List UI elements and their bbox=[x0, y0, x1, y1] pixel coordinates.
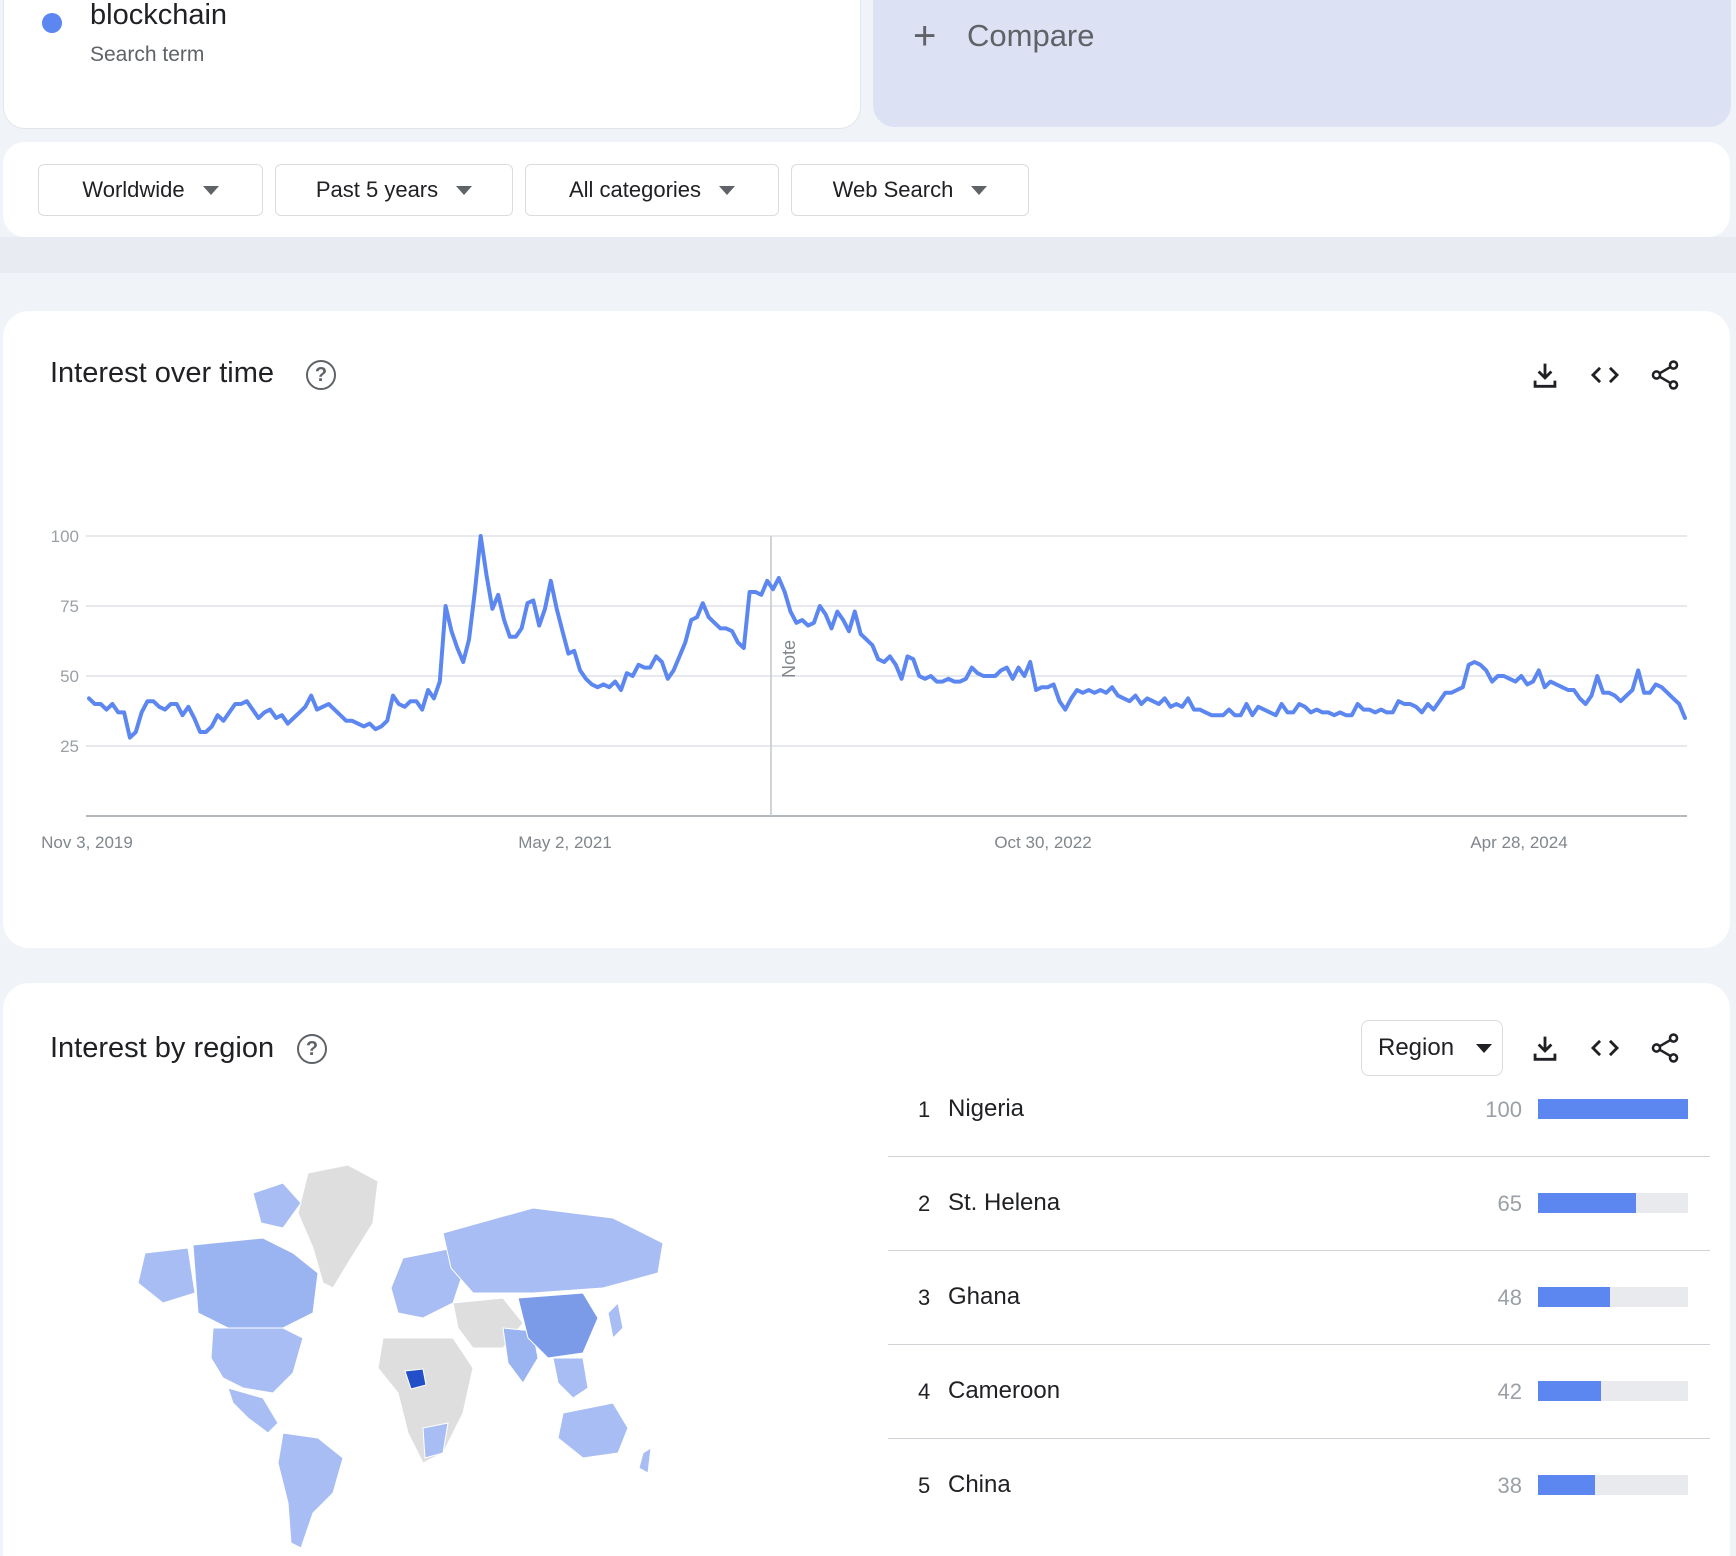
map-region-russia[interactable] bbox=[442, 1207, 664, 1294]
ranking-bar-fill bbox=[1538, 1475, 1595, 1495]
dropdown-arrow-icon bbox=[971, 185, 988, 195]
x-tick-label: Nov 3, 2019 bbox=[41, 833, 133, 852]
map-region-usa[interactable] bbox=[210, 1327, 304, 1394]
ranking-row[interactable]: 3 Ghana 48 bbox=[888, 1251, 1710, 1345]
ranking-bar-track bbox=[1538, 1193, 1688, 1213]
dropdown-arrow-icon bbox=[1476, 1043, 1493, 1053]
y-tick-label: 50 bbox=[60, 667, 79, 686]
filter-time-range-label: Past 5 years bbox=[315, 177, 439, 202]
filter-category[interactable]: All categories bbox=[525, 164, 779, 216]
ranking-row[interactable]: 1 Nigeria 100 bbox=[888, 1063, 1710, 1157]
filter-search-type-label: Web Search bbox=[832, 177, 954, 202]
ranking-row[interactable]: 2 St. Helena 65 bbox=[888, 1157, 1710, 1251]
interest-by-region-card: Interest by region ? Region 1 Nigeria 10… bbox=[3, 983, 1730, 1556]
interest-over-time-chart: 25 50 75 100 Nov 3, 2019 May 2, 2021 Oct 30, … bbox=[41, 527, 1687, 852]
filter-bar: Worldwide Past 5 years All categories We… bbox=[3, 142, 1730, 237]
ranking-value: 100 bbox=[1485, 1097, 1522, 1122]
ranking-number: 1 bbox=[918, 1097, 931, 1122]
ranking-bar-fill bbox=[1538, 1381, 1601, 1401]
map-region-south-america[interactable] bbox=[277, 1432, 344, 1549]
map-region-southeast-asia[interactable] bbox=[552, 1357, 589, 1399]
help-icon[interactable]: ? bbox=[297, 1034, 327, 1064]
map-region-alaska[interactable] bbox=[137, 1247, 196, 1304]
plus-icon: + bbox=[913, 14, 937, 58]
y-axis-labels: 25 50 75 100 bbox=[51, 527, 79, 756]
ranking-number: 5 bbox=[918, 1473, 931, 1498]
ranking-value: 42 bbox=[1497, 1379, 1522, 1404]
share-icon[interactable] bbox=[1648, 1031, 1682, 1065]
search-term-subtitle: Search term bbox=[90, 43, 205, 66]
region-level-label: Region bbox=[1378, 1034, 1455, 1061]
map-region-australia[interactable] bbox=[557, 1402, 629, 1459]
ranking-bar-fill bbox=[1538, 1287, 1610, 1307]
y-tick-label: 100 bbox=[51, 527, 79, 546]
section-divider bbox=[0, 237, 1736, 273]
chart-gridlines bbox=[86, 535, 1687, 817]
map-region-japan[interactable] bbox=[607, 1301, 624, 1340]
compare-button[interactable]: + Compare bbox=[873, 0, 1731, 127]
world-map[interactable] bbox=[133, 1153, 753, 1553]
ranking-row[interactable]: 4 Cameroon 42 bbox=[888, 1345, 1710, 1439]
ranking-bar-track bbox=[1538, 1475, 1688, 1495]
ranking-region-name[interactable]: St. Helena bbox=[948, 1189, 1060, 1217]
map-region-arctic-islands[interactable] bbox=[252, 1182, 302, 1229]
series-color-dot bbox=[42, 13, 62, 33]
filter-category-label: All categories bbox=[568, 177, 702, 202]
search-term-name[interactable]: blockchain bbox=[90, 0, 227, 32]
map-region-new-zealand[interactable] bbox=[638, 1447, 652, 1474]
interest-by-region-title: Interest by region bbox=[50, 1032, 275, 1064]
dropdown-arrow-icon bbox=[202, 185, 219, 195]
y-tick-label: 25 bbox=[60, 737, 79, 756]
note-marker-label[interactable]: Note bbox=[779, 640, 799, 678]
ranking-value: 38 bbox=[1497, 1473, 1522, 1498]
map-region-southern-africa[interactable] bbox=[422, 1422, 449, 1459]
series-line-blockchain bbox=[87, 534, 1687, 740]
ranking-bar-track bbox=[1538, 1381, 1688, 1401]
x-tick-label: May 2, 2021 bbox=[518, 833, 612, 852]
interest-over-time-card: Interest over time ? 25 50 75 100 Nov 3, 20… bbox=[3, 311, 1730, 948]
map-region-mexico[interactable] bbox=[227, 1387, 279, 1434]
y-tick-label: 75 bbox=[60, 597, 79, 616]
map-region-canada[interactable] bbox=[192, 1237, 319, 1329]
ranking-row[interactable]: 5 China 38 bbox=[888, 1439, 1710, 1533]
ranking-bar-track bbox=[1538, 1099, 1688, 1119]
x-tick-label: Oct 30, 2022 bbox=[994, 833, 1091, 852]
ranking-region-name[interactable]: Nigeria bbox=[948, 1095, 1024, 1123]
ranking-region-name[interactable]: Ghana bbox=[948, 1283, 1020, 1311]
ranking-region-name[interactable]: China bbox=[948, 1471, 1011, 1499]
dropdown-arrow-icon bbox=[719, 185, 736, 195]
download-icon[interactable] bbox=[1528, 1031, 1562, 1065]
compare-label: Compare bbox=[967, 18, 1095, 53]
ranking-region-name[interactable]: Cameroon bbox=[948, 1377, 1060, 1405]
ranking-number: 3 bbox=[918, 1285, 931, 1310]
filter-time-range[interactable]: Past 5 years bbox=[275, 164, 513, 216]
ranking-bar-track bbox=[1538, 1287, 1688, 1307]
ranking-bar-fill bbox=[1538, 1193, 1636, 1213]
embed-code-icon[interactable] bbox=[1588, 1031, 1622, 1065]
ranking-bar-fill bbox=[1538, 1099, 1688, 1119]
x-tick-label: Apr 28, 2024 bbox=[1470, 833, 1567, 852]
filter-location[interactable]: Worldwide bbox=[38, 164, 263, 216]
ranking-number: 2 bbox=[918, 1191, 931, 1216]
ranking-number: 4 bbox=[918, 1379, 931, 1404]
search-term-card[interactable]: blockchain Search term bbox=[3, 0, 861, 129]
ranking-value: 48 bbox=[1497, 1285, 1522, 1310]
filter-search-type[interactable]: Web Search bbox=[791, 164, 1029, 216]
filter-location-label: Worldwide bbox=[82, 177, 185, 202]
x-axis-labels: Nov 3, 2019 May 2, 2021 Oct 30, 2022 Apr 28… bbox=[41, 833, 1568, 852]
dropdown-arrow-icon bbox=[456, 185, 473, 195]
ranking-value: 65 bbox=[1497, 1191, 1522, 1216]
